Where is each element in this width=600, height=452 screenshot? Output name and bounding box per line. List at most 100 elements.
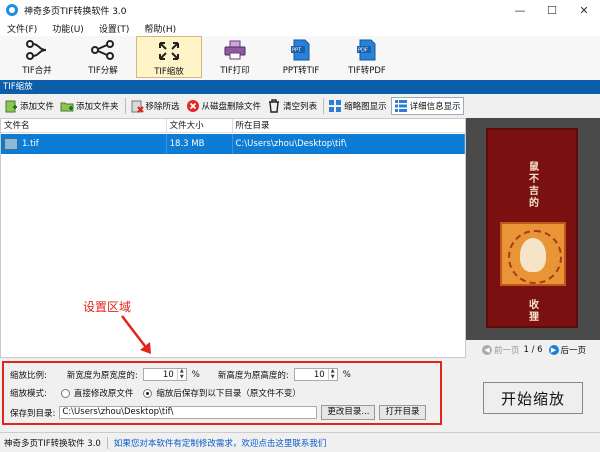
trash-icon (267, 99, 281, 113)
mode-option-save-label: 缩放后保存到以下目录（原文件不变） (156, 389, 301, 399)
add-file-icon (4, 99, 18, 113)
settings-area: 缩放比例: 新宽度为原宽度的: 10 ▲ ▼ % 新高度为原高度的: 10 ▲ ▼ … (2, 361, 442, 425)
file-name-cell: 1.tif (1, 134, 167, 154)
add-file-label: 添加文件 (20, 102, 55, 112)
add-folder-label: 添加文件夹 (76, 102, 119, 112)
width-spinner[interactable]: 10 ▲ ▼ (142, 368, 187, 381)
status-app-name: 神奇多页TIF转换软件 3.0 (4, 438, 101, 449)
height-label: 新高度为原高度的: (217, 370, 289, 381)
scale-label: 缩放比例: (10, 370, 47, 381)
mode-option-overwrite[interactable]: 直接修改原文件 (60, 387, 134, 399)
mode-row: 缩放模式: 直接修改原文件 缩放后保存到以下目录（原文件不变） (10, 387, 301, 399)
column-header-directory[interactable]: 所在目录 (233, 119, 466, 132)
merge-icon (26, 40, 47, 60)
toolbar-separator (124, 98, 126, 114)
annotation-arrow-icon (121, 315, 151, 354)
poster-title-text: 鼠不吉的 (529, 162, 539, 209)
svg-text:PDF: PDF (358, 48, 368, 54)
prev-page-button[interactable]: ◀ 前一页 (480, 344, 520, 356)
clear-list-button[interactable]: 清空列表 (265, 97, 319, 115)
menu-settings[interactable]: 设置(T) (99, 22, 130, 35)
width-unit: % (191, 369, 200, 380)
detail-view-button[interactable]: 详细信息显示 (390, 97, 464, 115)
tool-label: TIF缩放 (154, 67, 184, 77)
menu-help[interactable]: 帮助(H) (144, 22, 176, 35)
window-title: 神奇多页TIF转换软件 3.0 (24, 6, 127, 17)
start-resize-button[interactable]: 开始缩放 (483, 382, 583, 414)
close-button[interactable]: ✕ (568, 0, 600, 20)
width-label: 新宽度为原宽度的: (66, 370, 138, 381)
window-controls: — ☐ ✕ (504, 0, 600, 20)
arrow-left-icon: ◀ (481, 345, 492, 355)
add-file-button[interactable]: 添加文件 (2, 97, 56, 115)
file-list[interactable]: 文件名 文件大小 所在目录 1.tif 18.3 MB C:\Users\zho… (0, 118, 466, 358)
prev-page-label: 前一页 (493, 346, 520, 356)
tif-to-pdf-button[interactable]: PDF TIF转PDF (334, 36, 400, 78)
preview-panel: 鼠不吉的 收狸 (466, 118, 600, 340)
title-bar: 神奇多页TIF转换软件 3.0 — ☐ ✕ (0, 0, 600, 20)
mode-label: 缩放模式: (10, 389, 47, 399)
ppt-to-tif-button[interactable]: PPT PPT转TIF (268, 36, 334, 78)
spinner-arrows-icon[interactable]: ▲ ▼ (176, 368, 186, 380)
file-size-cell: 18.3 MB (167, 134, 233, 154)
contact-link[interactable]: 如果您对本软件有定制修改需求，欢迎点击这里联系我们 (114, 437, 327, 449)
mode-option-overwrite-label: 直接修改原文件 (73, 389, 134, 399)
delete-from-disk-label: 从磁盘删除文件 (201, 102, 262, 112)
menu-bar: 文件(F) 功能(U) 设置(T) 帮助(H) (0, 20, 600, 36)
status-bar: 神奇多页TIF转换软件 3.0 如果您对本软件有定制修改需求，欢迎点击这里联系我… (0, 432, 600, 452)
tif-split-button[interactable]: TIF分解 (70, 36, 136, 78)
height-spinner[interactable]: 10 ▲ ▼ (293, 368, 338, 381)
grid-view-icon (328, 99, 342, 113)
tool-label: PPT转TIF (282, 66, 320, 76)
poster-illustration (500, 222, 566, 286)
main-toolbar: TIF合并 TIF分解 TIF缩放 TIF打印 PPT PPT转TIF PDF … (0, 36, 600, 80)
section-title: TIF缩放 (0, 80, 600, 94)
tif-merge-button[interactable]: TIF合并 (4, 36, 70, 78)
save-dir-row: 保存到目录: C:\Users\zhou\Desktop\tif\ 更改目录..… (10, 405, 426, 420)
tif-print-button[interactable]: TIF打印 (202, 36, 268, 78)
thumbnail-view-button[interactable]: 缩略图显示 (326, 97, 389, 115)
file-row[interactable]: 1.tif 18.3 MB C:\Users\zhou\Desktop\tif\ (1, 134, 465, 154)
spinner-arrows-icon[interactable]: ▲ ▼ (327, 368, 337, 380)
file-name: 1.tif (22, 139, 39, 149)
height-value: 10 (313, 369, 325, 380)
tool-label: TIF合并 (22, 66, 52, 76)
column-header-filename[interactable]: 文件名 (1, 119, 167, 132)
tool-label: TIF分解 (88, 66, 118, 76)
thumbnail-view-label: 缩略图显示 (344, 102, 387, 112)
action-bar: 添加文件 添加文件夹 移除所选 从磁盘删除文件 清空列表 缩略图显示 详细信息显… (0, 95, 600, 117)
radio-selected-icon (143, 389, 153, 398)
add-folder-button[interactable]: 添加文件夹 (58, 97, 121, 115)
next-page-button[interactable]: ▶ 后一页 (547, 344, 587, 356)
height-unit: % (342, 369, 351, 380)
preview-image: 鼠不吉的 收狸 (486, 128, 578, 328)
tool-label: TIF打印 (220, 66, 250, 76)
tif-resize-button[interactable]: TIF缩放 (136, 36, 202, 78)
delete-from-disk-button[interactable]: 从磁盘删除文件 (184, 97, 264, 115)
width-value: 10 (162, 369, 174, 380)
tool-label: TIF转PDF (348, 66, 386, 76)
scale-row: 缩放比例: 新宽度为原宽度的: 10 ▲ ▼ % 新高度为原高度的: 10 ▲ ▼ … (10, 368, 351, 381)
page-indicator: 1 / 6 (523, 345, 543, 355)
next-page-label: 后一页 (560, 346, 587, 356)
toolbar-separator (323, 98, 325, 114)
file-dir-cell: C:\Users\zhou\Desktop\tif\ (233, 134, 465, 154)
arrow-right-icon: ▶ (548, 345, 559, 355)
ppt-file-icon: PPT (291, 39, 310, 61)
remove-file-icon (130, 99, 144, 113)
minimize-button[interactable]: — (504, 0, 536, 20)
column-header-size[interactable]: 文件大小 (167, 119, 233, 132)
app-logo-icon (6, 4, 18, 16)
change-dir-button[interactable]: 更改目录... (321, 405, 376, 420)
resize-icon (159, 42, 179, 60)
open-dir-button[interactable]: 打开目录 (379, 405, 426, 420)
mode-option-save-to-dir[interactable]: 缩放后保存到以下目录（原文件不变） (143, 387, 301, 399)
remove-selected-button[interactable]: 移除所选 (128, 97, 182, 115)
radio-icon (60, 389, 70, 398)
menu-file[interactable]: 文件(F) (7, 22, 37, 35)
save-path-input[interactable]: C:\Users\zhou\Desktop\tif\ (59, 406, 318, 419)
list-view-icon (394, 99, 408, 113)
menu-function[interactable]: 功能(U) (52, 22, 84, 35)
svg-text:PPT: PPT (292, 48, 302, 54)
maximize-button[interactable]: ☐ (536, 0, 568, 20)
